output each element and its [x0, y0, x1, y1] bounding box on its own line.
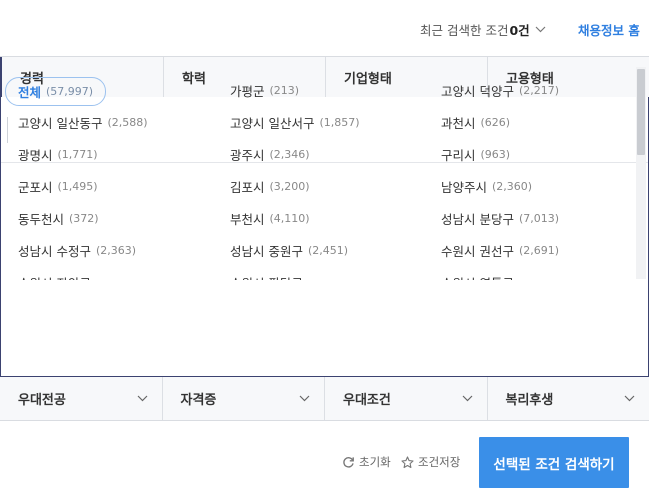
- region-option[interactable]: 고양시 덕양구 (2,217): [441, 77, 559, 103]
- chevron-down-icon: [535, 26, 546, 33]
- region-count: (1,495): [57, 179, 98, 193]
- region-option[interactable]: 고양시 일산동구 (2,588): [18, 109, 148, 135]
- recent-search-count: 0건: [509, 23, 530, 38]
- region-option[interactable]: 광주시 (2,346): [230, 141, 310, 167]
- region-count: (4,110): [269, 211, 310, 225]
- chevron-down-icon: [299, 395, 310, 402]
- region-name: 성남시 수정구: [18, 243, 91, 259]
- region-count: (1,857): [319, 115, 360, 129]
- region-name: 성남시 중원구: [230, 243, 303, 259]
- region-count: (2,217): [518, 83, 560, 97]
- reset-button[interactable]: 초기화: [342, 454, 391, 470]
- search-selected-conditions-button[interactable]: 선택된 조건 검색하기: [479, 437, 629, 488]
- filter-preferred-major[interactable]: 우대전공: [0, 377, 163, 420]
- region-name: 구리시: [441, 147, 476, 163]
- job-info-home-link[interactable]: 채용정보 홈: [578, 20, 640, 39]
- region-list: 전체 (57,997) 가평군 (213) 고양시 덕양구 (2,217) 고양시 일산동구…: [0, 67, 636, 280]
- region-name: 수원시 권선구: [441, 243, 514, 259]
- region-option[interactable]: 성남시 분당구 (7,013): [441, 205, 559, 231]
- region-name: 가평군: [230, 83, 265, 99]
- region-option[interactable]: 동두천시 (372): [18, 205, 99, 231]
- region-name: 부천시: [230, 211, 265, 227]
- save-label: 조건저장: [418, 455, 461, 469]
- region-count: (2,451): [307, 243, 349, 257]
- filter-label: 복리후생: [505, 393, 554, 408]
- region-option[interactable]: 광명시 (1,771): [18, 141, 98, 167]
- region-option[interactable]: 수원시 장안구: [18, 269, 96, 281]
- region-count: (2,588): [107, 115, 148, 129]
- region-option[interactable]: 수원시 팔달구: [230, 269, 308, 281]
- region-name: 과천시: [441, 115, 476, 131]
- refresh-icon: [343, 456, 354, 468]
- action-bar: 초기화 조건저장 선택된 조건 검색하기: [0, 421, 669, 498]
- region-name: 수원시 장안구: [18, 273, 91, 281]
- region-option[interactable]: 성남시 중원구 (2,451): [230, 237, 348, 263]
- region-count: (3,200): [269, 179, 310, 193]
- region-list-scrollbar[interactable]: [636, 67, 646, 279]
- region-option[interactable]: 전체 (57,997): [5, 77, 107, 106]
- region-option[interactable]: 부천시 (4,110): [230, 205, 310, 231]
- region-option[interactable]: 과천시 (626): [441, 109, 510, 135]
- region-count: (7,013): [518, 211, 560, 225]
- region-count: (2,346): [269, 147, 310, 161]
- region-option[interactable]: 고양시 일산서구 (1,857): [230, 109, 360, 135]
- region-name: 광명시: [18, 147, 53, 163]
- region-count: (2,363): [95, 243, 137, 257]
- filter-label: 자격증: [180, 393, 217, 408]
- reset-label: 초기화: [359, 455, 391, 469]
- region-name: 성남시 분당구: [441, 211, 514, 227]
- region-count: (1,771): [57, 147, 98, 161]
- region-option[interactable]: 남양주시 (2,360): [441, 173, 532, 199]
- filter-label: 우대전공: [18, 393, 66, 408]
- scrollbar-thumb[interactable]: [637, 69, 645, 155]
- region-name: 광주시: [230, 147, 265, 163]
- region-name: 동두천시: [18, 211, 65, 227]
- region-option[interactable]: 가평군 (213): [230, 77, 299, 103]
- region-name: 김포시: [230, 179, 265, 195]
- region-name: 수원시 영통구: [441, 273, 514, 281]
- region-option[interactable]: 군포시 (1,495): [18, 173, 98, 199]
- filter-certificate[interactable]: 자격증: [163, 377, 325, 420]
- region-name: 전체: [18, 85, 42, 100]
- chevron-down-icon: [137, 395, 147, 402]
- star-outline-icon: [401, 455, 414, 468]
- region-count: (57,997): [46, 85, 94, 98]
- filter-label: 우대조건: [343, 393, 391, 408]
- region-count: (2,360): [492, 179, 533, 193]
- region-count: (963): [480, 147, 511, 161]
- region-option[interactable]: 수원시 권선구 (2,691): [441, 237, 559, 263]
- region-name: 고양시 일산서구: [230, 115, 315, 131]
- extra-filters: 우대전공 자격증 우대조건 복리후생: [0, 377, 649, 421]
- region-count: (626): [480, 115, 511, 129]
- region-name: 고양시 일산동구: [18, 115, 103, 131]
- filter-preferred-condition[interactable]: 우대조건: [325, 377, 488, 420]
- region-name: 고양시 덕양구: [441, 83, 514, 99]
- region-count: (213): [269, 83, 300, 97]
- region-name: 군포시: [18, 179, 53, 195]
- save-condition-button[interactable]: 조건저장: [401, 454, 460, 470]
- region-name: 남양주시: [441, 179, 488, 195]
- filter-welfare[interactable]: 복리후생: [488, 377, 650, 420]
- region-name: 수원시 팔달구: [230, 273, 303, 281]
- region-option[interactable]: 수원시 영통구: [441, 269, 519, 281]
- recent-search-toggle[interactable]: 최근 검색한 조건 0건: [420, 20, 546, 39]
- region-option[interactable]: 김포시 (3,200): [230, 173, 310, 199]
- top-bar: 최근 검색한 조건 0건 채용정보 홈: [0, 0, 669, 56]
- region-count: (2,691): [518, 243, 560, 257]
- region-option[interactable]: 구리시 (963): [441, 141, 510, 167]
- recent-search-label: 최근 검색한 조건: [420, 23, 509, 38]
- chevron-down-icon: [624, 395, 635, 402]
- region-option[interactable]: 성남시 수정구 (2,363): [18, 237, 136, 263]
- chevron-down-icon: [462, 395, 472, 402]
- region-count: (372): [69, 211, 99, 225]
